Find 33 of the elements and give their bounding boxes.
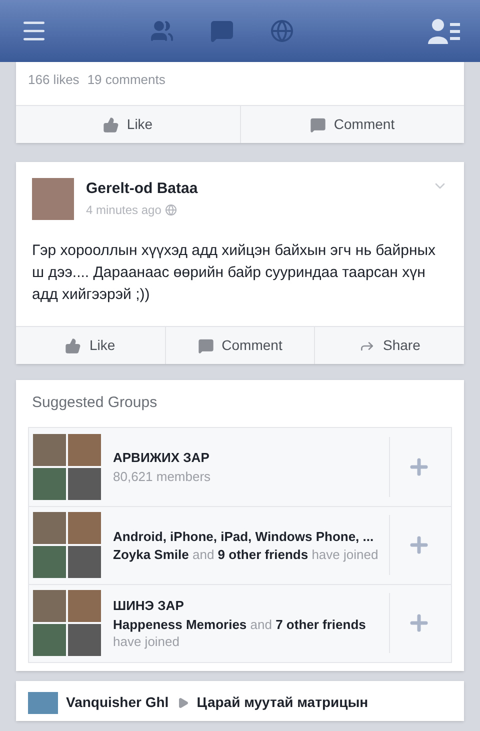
messages-icon[interactable] xyxy=(210,19,234,43)
like-button[interactable]: Like xyxy=(16,327,165,364)
target-name[interactable]: Царай муутай матрицын xyxy=(196,692,368,713)
post-text: Гэр хорооллын хүүхэд адд хийцэн байхын эгч нь байрных ш дээ.... Дараанаас өөрийн байр сууриндаа таарсан хүн адд хийгээрэй ;)) xyxy=(31,241,437,305)
avatar-photo-placeholder[interactable] xyxy=(28,692,58,714)
triangle-arrow-icon xyxy=(176,696,189,708)
globe-icon[interactable] xyxy=(270,19,294,43)
group-name[interactable]: АРВИЖИХ ЗАР xyxy=(113,448,385,468)
comment-button[interactable]: Comment xyxy=(164,327,314,364)
thumbs-up-icon xyxy=(102,116,119,132)
group-description: 80,621 members xyxy=(113,468,212,485)
share-button[interactable]: Share xyxy=(314,327,464,364)
group-row[interactable]: АРВИЖИХ ЗАР 80,621 members xyxy=(29,428,451,506)
author-name[interactable]: Vanquisher Ghl xyxy=(66,692,169,713)
friend-list-icon[interactable] xyxy=(428,17,460,45)
author-name[interactable]: Gerelt-od Bataa xyxy=(86,178,420,200)
group-row[interactable]: ШИНЭ ЗАР Happeness Memories and 7 other friends have joined xyxy=(29,584,451,662)
speech-bubble-icon xyxy=(198,338,214,354)
group-description: Zoyka Smile and 9 other friends have joined xyxy=(113,546,380,564)
friends-icon[interactable] xyxy=(150,19,174,43)
group-description: Happeness Memories and 7 other friends have joined xyxy=(113,616,367,650)
thumbs-up-icon xyxy=(65,338,82,354)
speech-bubble-icon xyxy=(310,116,326,132)
group-name[interactable]: ШИНЭ ЗАР xyxy=(113,596,385,616)
group-photo-grid xyxy=(33,434,101,500)
globe-icon xyxy=(165,204,178,216)
section-title: Suggested Groups xyxy=(31,393,158,413)
like-button[interactable]: Like xyxy=(16,106,240,143)
group-photo-grid xyxy=(33,590,101,656)
group-row[interactable]: Android, iPhone, iPad, Windows Phone, ... Zoyka Smile and 9 other friends have joined xyxy=(29,506,451,584)
comment-button[interactable]: Comment xyxy=(240,106,464,143)
group-name[interactable]: Android, iPhone, iPad, Windows Phone, ... xyxy=(113,526,385,546)
group-photo-grid xyxy=(33,512,101,578)
